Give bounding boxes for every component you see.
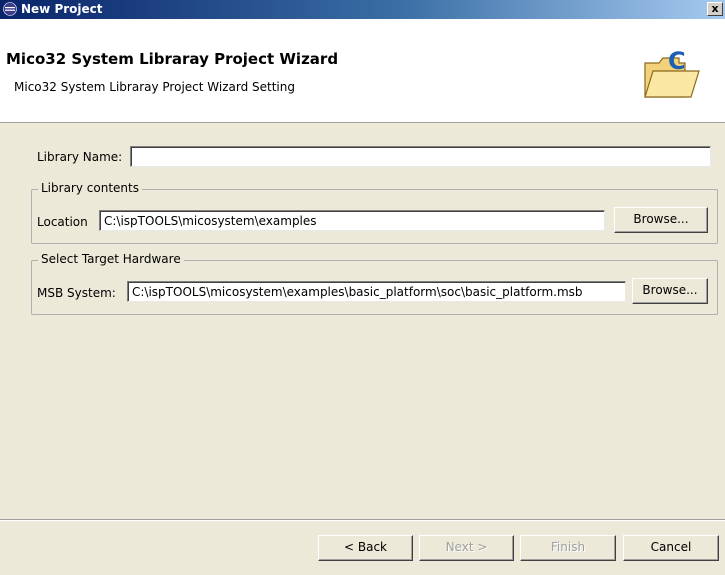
cancel-button[interactable]: Cancel: [623, 535, 719, 561]
eclipse-icon: [3, 2, 17, 16]
folder-c-icon: C: [644, 47, 700, 98]
location-input[interactable]: [99, 210, 605, 231]
finish-button[interactable]: Finish: [520, 535, 616, 561]
back-button[interactable]: < Back: [318, 535, 413, 561]
library-name-input[interactable]: [130, 146, 711, 167]
close-button[interactable]: x: [707, 2, 723, 16]
library-contents-legend: Library contents: [38, 181, 142, 195]
target-hardware-legend: Select Target Hardware: [38, 252, 184, 266]
footer-separator: [0, 519, 725, 521]
wizard-subtitle: Mico32 System Libraray Project Wizard Se…: [14, 80, 295, 94]
next-button[interactable]: Next >: [419, 535, 514, 561]
location-label: Location: [37, 215, 88, 229]
wizard-title: Mico32 System Libraray Project Wizard: [6, 50, 339, 68]
location-browse-button[interactable]: Browse...: [614, 207, 708, 233]
window-title: New Project: [21, 2, 103, 16]
svg-text:C: C: [668, 47, 686, 75]
wizard-header: Mico32 System Libraray Project Wizard Mi…: [0, 19, 725, 123]
library-name-label: Library Name:: [37, 150, 123, 164]
msb-browse-button[interactable]: Browse...: [632, 278, 708, 304]
title-bar: New Project x: [0, 0, 725, 19]
msb-system-input[interactable]: [127, 281, 626, 302]
msb-system-label: MSB System:: [37, 286, 116, 300]
